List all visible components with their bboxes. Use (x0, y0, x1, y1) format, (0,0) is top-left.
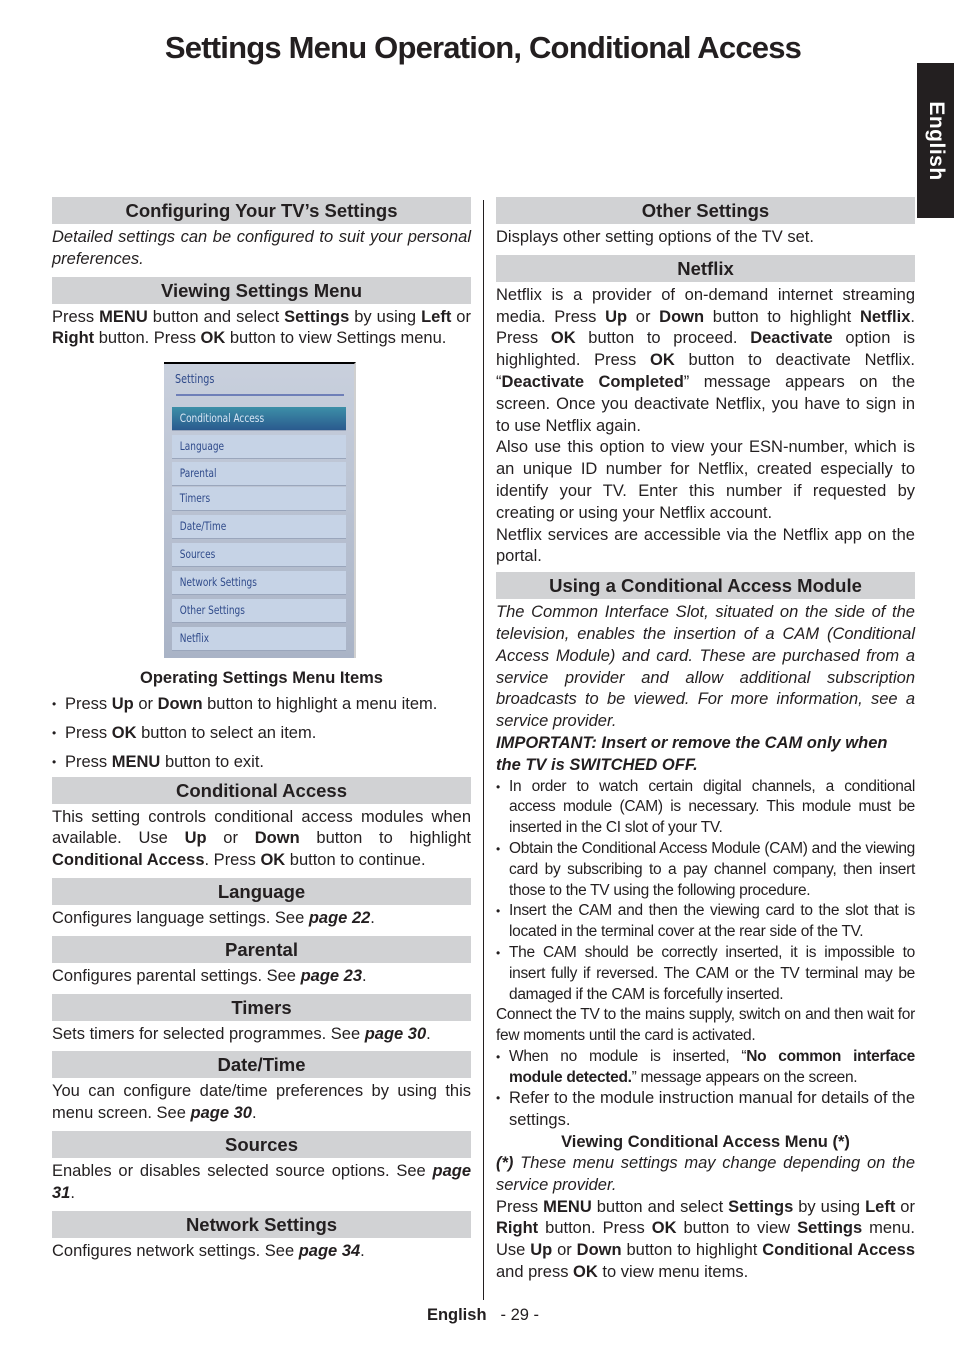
tv-menu-item-network-settings: Network Settings (172, 571, 346, 595)
tv-menu-item-timers: Timers (172, 487, 346, 511)
network-text: Configures network settings. See page 34… (52, 1241, 365, 1260)
sources-text: Enables or disables selected source opti… (52, 1161, 471, 1202)
section-heading-sources: Sources (52, 1130, 471, 1158)
tv-menu-title: Settings (175, 372, 215, 387)
column-divider (483, 200, 484, 1300)
section-heading-cam: Using a Conditional Access Module (496, 572, 915, 600)
tv-menu-item-parental: Parental (172, 462, 346, 486)
page-footer: English - 29 - (0, 1306, 954, 1325)
datetime-text: You can configure date/time preferences … (52, 1082, 471, 1123)
section-heading-parental: Parental (52, 935, 471, 963)
step-item: Press OK button to select an item. (52, 723, 471, 745)
cam-bullet: Refer to the module instruction manual f… (496, 1088, 915, 1132)
timers-text: Sets timers for selected programmes. See… (52, 1024, 431, 1043)
tv-menu-item-conditional-access: Conditional Access (172, 407, 346, 431)
language-tab-label: English (924, 100, 948, 181)
section-heading-other-settings: Other Settings (496, 197, 915, 224)
tv-menu-item-datetime: Date/Time (172, 515, 346, 539)
page-number: - 29 - (500, 1306, 540, 1324)
cam-menu-caption: Viewing Conditional Access Menu (*) (561, 1133, 850, 1152)
cam-bullet: The CAM should be correctly inserted, it… (496, 943, 915, 1005)
cam-bullets-2: When no module is inserted, “No common i… (496, 1047, 915, 1132)
section-heading-viewing: Viewing Settings Menu (52, 276, 471, 304)
page-title: Settings Menu Operation, Conditional Acc… (164, 30, 802, 65)
page-reference: page 34 (298, 1241, 361, 1260)
language-tab: English (917, 63, 954, 218)
section-heading-datetime: Date/Time (52, 1051, 471, 1079)
cam-bullet: In order to watch certain digital channe… (496, 777, 915, 839)
cam-note: (*) These menu settings may change depen… (496, 1154, 915, 1194)
section-heading-language: Language (52, 877, 471, 905)
left-column: Configuring Your TV’s Settings Detailed … (52, 195, 471, 1262)
configuring-text: Detailed settings can be configured to s… (52, 228, 471, 268)
tv-menu-item-language: Language (172, 435, 346, 459)
netflix-portal-text: Netflix services are accessible via the … (496, 525, 915, 566)
viewing-text: Press MENU button and select Settings by… (52, 307, 471, 348)
page-reference: page 30 (190, 1104, 252, 1123)
cam-bullet: Insert the CAM and then the viewing card… (496, 901, 915, 943)
section-heading-netflix: Netflix (496, 254, 915, 282)
right-column: Other Settings Displays other setting op… (496, 195, 915, 1284)
section-heading-configuring: Configuring Your TV’s Settings (52, 197, 471, 224)
step-item: Press Up or Down button to highlight a m… (52, 694, 471, 716)
tv-menu-item-sources: Sources (172, 543, 346, 567)
footer-language: English (426, 1306, 487, 1324)
cam-important: IMPORTANT: Insert or remove the CAM only… (496, 733, 888, 774)
language-text: Configures language settings. See page 2… (52, 908, 375, 927)
parental-text: Configures parental settings. See page 2… (52, 966, 367, 985)
netflix-esn-text: Also use this option to view your ESN-nu… (496, 438, 915, 522)
tv-menu-item-netflix: Netflix (172, 627, 346, 651)
cam-intro: The Common Interface Slot, situated on t… (496, 603, 915, 731)
cam-final-text: Press MENU button and select Settings by… (496, 1197, 916, 1282)
settings-menu-screenshot: Settings Conditional Access Language Par… (164, 362, 356, 659)
other-settings-text: Displays other setting options of the TV… (496, 228, 814, 246)
section-heading-network: Network Settings (52, 1210, 471, 1238)
page-reference: page 22 (308, 908, 371, 927)
step-item: Press MENU button to exit. (52, 752, 471, 774)
operating-steps: Press Up or Down button to highlight a m… (52, 694, 471, 773)
conditional-access-text: This setting controls conditional access… (52, 807, 471, 870)
tv-menu-item-other-settings: Other Settings (172, 599, 346, 623)
section-heading-timers: Timers (52, 993, 471, 1021)
page-reference: page 30 (364, 1024, 427, 1043)
tv-menu-rule (176, 394, 344, 397)
operating-caption: Operating Settings Menu Items (140, 669, 383, 688)
page-reference: page 23 (300, 966, 363, 985)
cam-bullet: Obtain the Conditional Access Module (CA… (496, 839, 915, 901)
netflix-text: Netflix is a provider of on-demand inter… (496, 285, 916, 435)
cam-bullet: When no module is inserted, “No common i… (496, 1047, 915, 1089)
cam-connect-text: Connect the TV to the mains supply, swit… (496, 1006, 915, 1045)
cam-bullets: In order to watch certain digital channe… (496, 777, 915, 1006)
section-heading-conditional-access: Conditional Access (52, 776, 471, 804)
